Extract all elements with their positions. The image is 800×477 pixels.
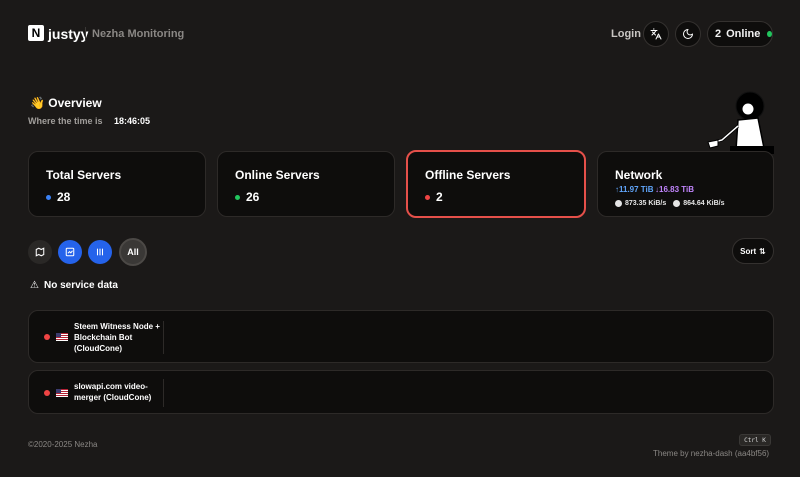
sort-button[interactable]: Sort ⇅ <box>732 238 774 264</box>
map-icon <box>35 247 45 257</box>
theme-credit-link[interactable]: Theme by nezha-dash (aa4bf56) <box>653 449 769 458</box>
sort-icon: ⇅ <box>759 246 766 256</box>
upload-speed: 873.35 KiB/s <box>625 200 667 207</box>
current-time: 18:46:05 <box>114 116 151 126</box>
offline-dot <box>425 194 430 200</box>
server-status-dot <box>44 390 50 396</box>
time-label: Where the time is <box>28 116 103 126</box>
command-shortcut-hint[interactable]: Ctrl K <box>739 434 771 446</box>
upload-speed-icon <box>615 200 622 207</box>
overview-title: 👋 Overview <box>30 96 102 110</box>
chart-icon <box>65 247 75 257</box>
moon-icon <box>683 29 693 39</box>
columns-icon <box>96 248 104 256</box>
server-row[interactable]: Steem Witness Node + Blockchain Bot (Clo… <box>28 310 774 363</box>
online-servers-value: 26 <box>235 190 259 204</box>
chart-view-button[interactable] <box>58 240 82 264</box>
total-servers-count: 28 <box>57 190 71 204</box>
login-link[interactable]: Login <box>611 28 641 40</box>
server-name: slowapi.com video-merger (CloudCone) <box>74 382 152 402</box>
offline-servers-label: Offline Servers <box>425 168 511 182</box>
overview-label: Overview <box>48 96 102 110</box>
online-servers-label: Online Servers <box>235 168 320 182</box>
online-label: Online <box>726 28 761 40</box>
translate-icon <box>650 28 662 40</box>
language-button[interactable] <box>643 21 669 47</box>
wave-icon: 👋 <box>30 96 45 110</box>
server-divider <box>163 379 164 407</box>
server-row[interactable]: slowapi.com video-merger (CloudCone) <box>28 370 774 414</box>
offline-servers-value: 2 <box>425 190 443 204</box>
network-download-total: ↓16.83 TiB <box>655 185 694 194</box>
network-speeds: 873.35 KiB/s 864.64 KiB/s <box>615 200 725 207</box>
map-view-button[interactable] <box>28 240 52 264</box>
offline-servers-card[interactable]: Offline Servers 2 <box>406 150 586 218</box>
network-label: Network <box>615 168 663 182</box>
online-count: 2 <box>715 28 722 40</box>
filter-all-button[interactable]: All <box>119 238 147 266</box>
copyright-text: ©2020-2025 Nezha <box>28 440 98 449</box>
download-speed: 864.64 KiB/s <box>683 200 725 207</box>
us-flag-icon <box>56 389 68 397</box>
online-dot <box>235 194 240 200</box>
download-speed-icon <box>673 200 681 207</box>
network-upload-total: ↑11.97 TiB <box>615 185 654 194</box>
online-servers-card[interactable]: Online Servers 26 <box>217 151 395 217</box>
server-status-dot <box>44 334 50 340</box>
online-servers-count: 26 <box>246 190 260 204</box>
no-service-notice: ⚠ No service data <box>30 280 118 291</box>
total-dot <box>46 194 51 200</box>
us-flag-icon <box>56 333 68 341</box>
server-name: Steem Witness Node + Blockchain Bot (Clo… <box>74 322 160 353</box>
warning-icon: ⚠ <box>30 280 39 291</box>
total-servers-value: 28 <box>46 190 70 204</box>
total-servers-card[interactable]: Total Servers 28 <box>28 151 206 217</box>
logo-icon[interactable]: N <box>28 25 44 41</box>
sort-label: Sort <box>740 246 757 256</box>
total-servers-label: Total Servers <box>46 168 122 182</box>
column-view-button[interactable] <box>88 240 112 264</box>
brand-name[interactable]: justyy <box>48 26 88 42</box>
online-status-dot <box>767 31 772 37</box>
no-service-label: No service data <box>43 280 118 291</box>
site-subtitle: Nezha Monitoring <box>92 28 185 40</box>
network-card[interactable]: Network ↑11.97 TiB ↓16.83 TiB 873.35 KiB… <box>597 151 774 217</box>
offline-servers-count: 2 <box>436 190 443 204</box>
theme-toggle-button[interactable] <box>675 21 701 47</box>
online-count-badge[interactable]: 2 Online <box>707 21 773 47</box>
brand-divider <box>85 27 86 41</box>
server-divider <box>163 321 164 354</box>
